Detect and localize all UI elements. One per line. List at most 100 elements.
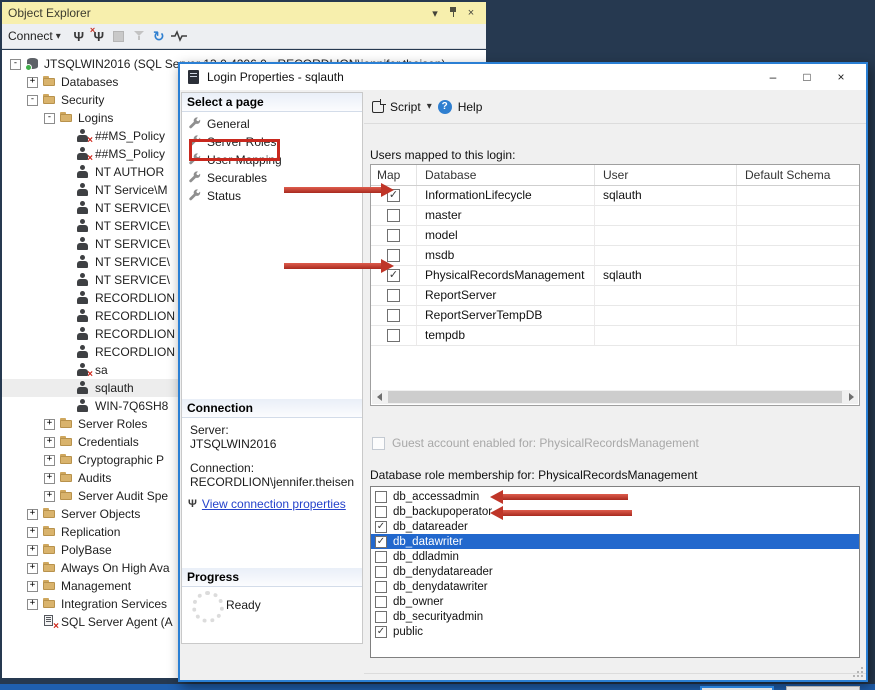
collapse-icon[interactable]: - [10, 59, 21, 70]
resize-grip[interactable] [853, 667, 863, 677]
default-schema-cell [737, 246, 857, 265]
disconnect-plug-icon[interactable]: Ψ× [89, 26, 109, 46]
script-button[interactable]: Script [390, 100, 421, 114]
collapse-icon[interactable]: - [44, 113, 55, 124]
database-cell: InformationLifecycle [417, 186, 595, 205]
database-cell: model [417, 226, 595, 245]
role-checkbox[interactable]: ✓ [375, 626, 387, 638]
expand-icon[interactable]: + [44, 473, 55, 484]
role-checkbox[interactable] [375, 596, 387, 608]
user-mapping-row[interactable]: ReportServerTempDB [371, 306, 859, 326]
collapse-icon[interactable]: - [27, 95, 38, 106]
expand-icon[interactable]: + [27, 527, 38, 538]
maximize-icon[interactable]: □ [790, 70, 824, 84]
role-item-db_datawriter[interactable]: ✓db_datawriter [371, 534, 859, 549]
scroll-left-icon[interactable] [372, 390, 386, 404]
map-checkbox[interactable]: ✓ [387, 189, 400, 202]
user-mapping-row[interactable]: master [371, 206, 859, 226]
scroll-right-icon[interactable] [844, 390, 858, 404]
expand-icon[interactable]: + [44, 419, 55, 430]
page-list: General Server Roles User Mapping Securable… [182, 115, 362, 205]
user-cell [595, 226, 737, 245]
user-cell: sqlauth [595, 266, 737, 285]
user-mapping-row[interactable]: ✓PhysicalRecordsManagementsqlauth [371, 266, 859, 286]
close-icon[interactable]: × [462, 7, 480, 19]
role-item-db_owner[interactable]: db_owner [371, 594, 859, 609]
role-item-db_backupoperator[interactable]: db_backupoperator [371, 504, 859, 519]
script-dropdown-icon[interactable]: ▾ [427, 101, 432, 112]
role-item-db_denydatareader[interactable]: db_denydatareader [371, 564, 859, 579]
user-icon: × [76, 129, 91, 143]
object-explorer-titlebar: Object Explorer ▾ × [2, 2, 486, 24]
expand-icon[interactable]: + [27, 563, 38, 574]
expand-icon[interactable]: + [27, 599, 38, 610]
page-item-user-mapping[interactable]: User Mapping [182, 151, 362, 169]
user-mapping-row[interactable]: ✓InformationLifecyclesqlauth [371, 186, 859, 206]
page-item-server-roles[interactable]: Server Roles [182, 133, 362, 151]
scrollbar-thumb[interactable] [388, 391, 842, 403]
expand-icon[interactable]: + [27, 77, 38, 88]
role-item-db_securityadmin[interactable]: db_securityadmin [371, 609, 859, 624]
expand-icon[interactable]: + [27, 545, 38, 556]
user-cell [595, 246, 737, 265]
role-checkbox[interactable]: ✓ [375, 521, 387, 533]
user-mapping-row[interactable]: tempdb [371, 326, 859, 346]
expand-icon[interactable]: + [27, 581, 38, 592]
user-mapping-row[interactable]: ReportServer [371, 286, 859, 306]
map-checkbox[interactable] [387, 289, 400, 302]
refresh-icon[interactable]: ↻ [149, 26, 169, 46]
activity-monitor-icon[interactable] [169, 26, 189, 46]
cancel-button[interactable]: Cancel [786, 686, 860, 690]
help-button[interactable]: Help [458, 100, 483, 114]
map-checkbox[interactable]: ✓ [387, 269, 400, 282]
expand-icon[interactable]: + [27, 509, 38, 520]
map-checkbox[interactable] [387, 229, 400, 242]
view-connection-properties-link[interactable]: View connection properties [202, 497, 346, 511]
expand-icon[interactable]: + [44, 437, 55, 448]
horizontal-scrollbar[interactable] [372, 390, 858, 404]
map-checkbox[interactable] [387, 309, 400, 322]
stop-icon[interactable] [109, 26, 129, 46]
user-icon [76, 237, 91, 251]
role-checkbox[interactable] [375, 611, 387, 623]
expand-icon[interactable]: + [44, 455, 55, 466]
agent-icon: × [42, 615, 57, 629]
expand-icon[interactable]: + [44, 491, 55, 502]
window-position-icon[interactable]: ▾ [426, 7, 444, 20]
wrench-icon [189, 135, 201, 150]
role-checkbox[interactable]: ✓ [375, 536, 387, 548]
role-item-db_denydatawriter[interactable]: db_denydatawriter [371, 579, 859, 594]
connect-plug-icon[interactable]: Ψ [69, 26, 89, 46]
role-checkbox[interactable] [375, 491, 387, 503]
role-checkbox[interactable] [375, 506, 387, 518]
pin-icon[interactable] [444, 7, 462, 20]
map-checkbox[interactable] [387, 329, 400, 342]
server-dialog-icon [188, 70, 199, 84]
filter-icon[interactable] [129, 26, 149, 46]
page-item-label: User Mapping [207, 153, 282, 167]
folder-icon [42, 525, 57, 539]
page-item-label: Server Roles [207, 135, 276, 149]
page-item-securables[interactable]: Securables [182, 169, 362, 187]
role-item-db_ddladmin[interactable]: db_ddladmin [371, 549, 859, 564]
map-cell: ✓ [371, 266, 417, 285]
connect-button[interactable]: Connect ▾ [8, 29, 61, 43]
map-checkbox[interactable] [387, 249, 400, 262]
user-icon [76, 291, 91, 305]
user-mapping-row[interactable]: model [371, 226, 859, 246]
map-checkbox[interactable] [387, 209, 400, 222]
close-dialog-icon[interactable]: × [824, 70, 858, 84]
user-mapping-row[interactable]: msdb [371, 246, 859, 266]
user-icon [76, 165, 91, 179]
role-item-db_accessadmin[interactable]: db_accessadmin [371, 489, 859, 504]
minimize-icon[interactable]: – [756, 70, 790, 84]
page-item-status[interactable]: Status [182, 187, 362, 205]
ok-button[interactable]: OK [700, 686, 774, 690]
role-checkbox[interactable] [375, 566, 387, 578]
role-checkbox[interactable] [375, 551, 387, 563]
role-checkbox[interactable] [375, 581, 387, 593]
page-item-general[interactable]: General [182, 115, 362, 133]
role-item-db_datareader[interactable]: ✓db_datareader [371, 519, 859, 534]
dialog-titlebar[interactable]: Login Properties - sqlauth – □ × [180, 64, 866, 90]
role-item-public[interactable]: ✓public [371, 624, 859, 639]
